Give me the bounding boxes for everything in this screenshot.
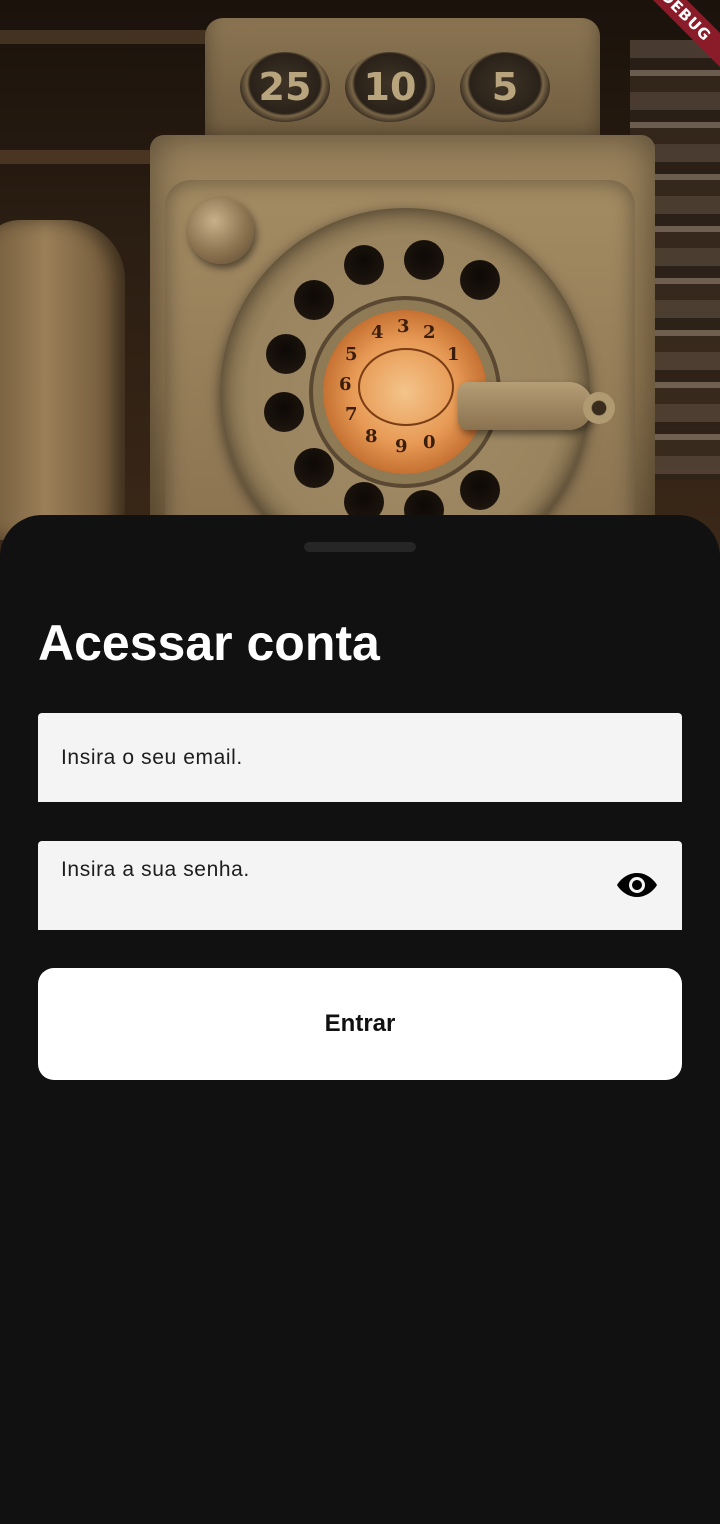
eye-icon[interactable] xyxy=(616,869,658,901)
dial-hole xyxy=(460,260,500,300)
dial-hole xyxy=(344,245,384,285)
dial-hole xyxy=(404,240,444,280)
background-shelf xyxy=(0,30,240,44)
coin-slot-5: 5 xyxy=(460,52,550,122)
email-placeholder: Insira o seu email. xyxy=(61,746,243,769)
dial-hole xyxy=(294,448,334,488)
dial-center-ring xyxy=(358,348,454,426)
password-placeholder: Insira a sua senha. xyxy=(61,858,250,881)
coin-slot-10: 10 xyxy=(345,52,435,122)
dial-digit: 4 xyxy=(371,322,384,343)
dial-digit: 8 xyxy=(365,426,378,447)
payphone-handset-arm xyxy=(0,220,125,540)
sheet-drag-handle[interactable] xyxy=(304,542,416,552)
login-submit-button[interactable]: Entrar xyxy=(38,968,682,1080)
dial-hole xyxy=(460,470,500,510)
dial-hole xyxy=(266,334,306,374)
dial-digit: 5 xyxy=(345,344,358,365)
background-shelf xyxy=(0,150,160,164)
page-title: Acessar conta xyxy=(38,615,380,671)
dial-digit: 0 xyxy=(423,432,436,453)
dial-digit: 7 xyxy=(345,404,358,425)
payphone-knob xyxy=(188,198,254,264)
dial-digit: 2 xyxy=(423,322,436,343)
dial-digit: 1 xyxy=(447,344,460,365)
dial-hole xyxy=(264,392,304,432)
email-field[interactable]: Insira o seu email. xyxy=(38,713,682,802)
dial-digit: 6 xyxy=(339,374,352,395)
hero-image: 25 10 5 4 3 2 1 5 6 7 8 9 0 DEBUG xyxy=(0,0,720,560)
dial-digit: 9 xyxy=(395,436,408,457)
dial-hole xyxy=(294,280,334,320)
login-sheet: Acessar conta Insira o seu email. Insira… xyxy=(0,515,720,1524)
dial-finger-stop xyxy=(458,382,615,430)
password-field[interactable]: Insira a sua senha. xyxy=(38,841,682,930)
coin-slot-25: 25 xyxy=(240,52,330,122)
dial-digit: 3 xyxy=(397,316,410,337)
